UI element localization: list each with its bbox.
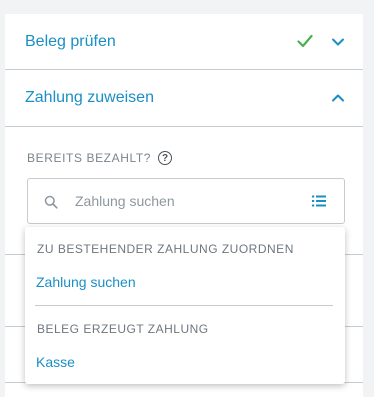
- chevron-up-icon[interactable]: [331, 91, 345, 105]
- menu-item-kasse[interactable]: Kasse: [36, 354, 75, 370]
- already-paid-label: BEREITS BEZAHLT?: [27, 151, 152, 165]
- dropdown-heading-create: BELEG ERZEUGT ZAHLUNG: [37, 322, 209, 336]
- check-icon: [297, 34, 313, 48]
- section-title-beleg-pruefen: Beleg prüfen: [25, 32, 116, 50]
- search-icon: [44, 195, 58, 209]
- section-title-zahlung-zuweisen: Zahlung zuweisen: [25, 89, 154, 106]
- list-icon[interactable]: [311, 194, 327, 208]
- chevron-down-icon[interactable]: [331, 35, 345, 49]
- menu-item-search-payment[interactable]: Zahlung suchen: [36, 274, 136, 290]
- dropdown-divider: [35, 305, 333, 306]
- search-placeholder: Zahlung suchen: [75, 193, 175, 209]
- document-panel: Beleg prüfen Zahlung zuweisen BEREITS BE…: [5, 14, 363, 397]
- dropdown-heading-assign: ZU BESTEHENDER ZAHLUNG ZUORDNEN: [37, 242, 294, 256]
- section-zahlung-zuweisen[interactable]: Zahlung zuweisen: [5, 70, 363, 127]
- help-icon[interactable]: ?: [158, 151, 173, 165]
- payment-search-input[interactable]: Zahlung suchen: [27, 178, 345, 224]
- payment-dropdown-menu: ZU BESTEHENDER ZAHLUNG ZUORDNEN Zahlung …: [25, 227, 345, 384]
- section-beleg-pruefen[interactable]: Beleg prüfen: [5, 14, 363, 70]
- payment-label-row: BEREITS BEZAHLT? ?: [27, 151, 173, 165]
